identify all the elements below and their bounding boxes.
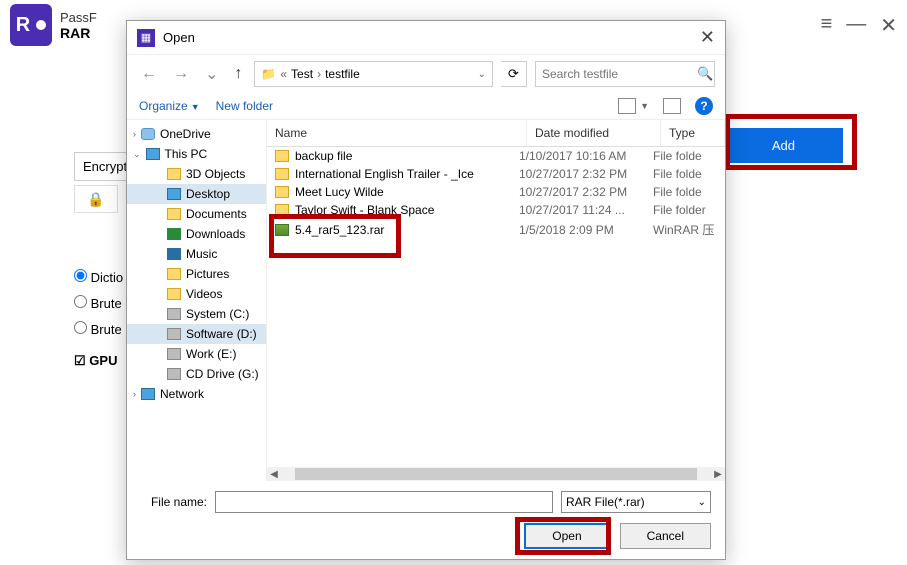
nav-up-button[interactable]: ↑: [230, 65, 246, 83]
folder-icon: [275, 150, 289, 162]
filename-label: File name:: [141, 495, 207, 509]
close-button[interactable]: ✕: [880, 13, 897, 38]
help-button[interactable]: ?: [695, 97, 713, 115]
tree-item-this-pc[interactable]: ⌄This PC: [127, 144, 266, 164]
file-row[interactable]: Taylor Swift - Blank Space10/27/2017 11:…: [267, 201, 725, 219]
drive-icon: [167, 308, 181, 320]
drive-icon: [167, 368, 181, 380]
hamburger-icon[interactable]: ≡: [821, 13, 833, 38]
dialog-close-button[interactable]: ✕: [700, 27, 715, 48]
tree-item-cd-drive-g-[interactable]: CD Drive (G:): [127, 364, 266, 384]
app-logo: R: [10, 4, 52, 46]
music-icon: [167, 248, 181, 260]
column-name[interactable]: Name: [267, 120, 527, 146]
organize-menu[interactable]: Organize▼: [139, 99, 200, 113]
drive-icon: [167, 328, 181, 340]
encrypted-label: Encrypt: [74, 152, 134, 181]
new-folder-button[interactable]: New folder: [216, 99, 273, 113]
lock-icon: 🔒: [74, 185, 118, 213]
folder-icon: [275, 186, 289, 198]
folder-icon: [275, 204, 289, 216]
cancel-button[interactable]: Cancel: [620, 523, 711, 549]
open-dialog: ▦ Open ✕ ← → ⌄ ↑ 📁 « Test › testfile ⌄ ⟳…: [126, 20, 726, 560]
minimize-button[interactable]: —: [846, 13, 866, 38]
folder-icon: [167, 208, 181, 220]
folder-tree[interactable]: ›OneDrive⌄This PC3D ObjectsDesktopDocume…: [127, 120, 267, 481]
tree-item-pictures[interactable]: Pictures: [127, 264, 266, 284]
app-name: PassF: [60, 10, 97, 25]
tree-item-downloads[interactable]: Downloads: [127, 224, 266, 244]
app-subtitle: RAR: [60, 25, 97, 41]
tree-item-work-e-[interactable]: Work (E:): [127, 344, 266, 364]
tree-item-onedrive[interactable]: ›OneDrive: [127, 124, 266, 144]
tree-item-music[interactable]: Music: [127, 244, 266, 264]
search-input[interactable]: 🔍: [535, 61, 715, 87]
monitor-icon: [146, 148, 160, 160]
tree-item-software-d-[interactable]: Software (D:): [127, 324, 266, 344]
folder-icon: [275, 168, 289, 180]
file-row[interactable]: 5.4_rar5_123.rar1/5/2018 2:09 PMWinRAR 压: [267, 219, 725, 240]
tree-item-system-c-[interactable]: System (C:): [127, 304, 266, 324]
file-row[interactable]: International English Trailer - _Ice10/2…: [267, 165, 725, 183]
folder-icon: [167, 168, 181, 180]
refresh-button[interactable]: ⟳: [501, 61, 527, 87]
down-icon: [167, 228, 181, 240]
folder-icon: [167, 268, 181, 280]
tree-item-network[interactable]: ›Network: [127, 384, 266, 404]
dialog-title: Open: [163, 30, 195, 45]
column-date[interactable]: Date modified: [527, 120, 661, 146]
tree-item-videos[interactable]: Videos: [127, 284, 266, 304]
drive-icon: [167, 348, 181, 360]
file-row[interactable]: Meet Lucy Wilde10/27/2017 2:32 PMFile fo…: [267, 183, 725, 201]
open-button[interactable]: Open: [524, 523, 609, 549]
tree-item-documents[interactable]: Documents: [127, 204, 266, 224]
cloud-icon: [141, 128, 155, 140]
filename-input[interactable]: [215, 491, 553, 513]
preview-pane-button[interactable]: [663, 98, 681, 114]
breadcrumb-seg-test[interactable]: Test: [291, 67, 313, 81]
chevron-down-icon[interactable]: ⌄: [201, 64, 222, 84]
archive-icon: [275, 224, 289, 236]
nav-back-button[interactable]: ←: [137, 65, 161, 83]
dialog-icon: ▦: [137, 29, 155, 47]
tree-item-3d-objects[interactable]: 3D Objects: [127, 164, 266, 184]
folder-icon: [167, 288, 181, 300]
horizontal-scrollbar[interactable]: ◀▶: [267, 467, 725, 481]
monitor-icon: [141, 388, 155, 400]
file-row[interactable]: backup file1/10/2017 10:16 AMFile folde: [267, 147, 725, 165]
breadcrumb-seg-testfile[interactable]: testfile: [325, 67, 360, 81]
tree-item-desktop[interactable]: Desktop: [127, 184, 266, 204]
column-type[interactable]: Type: [661, 120, 725, 146]
filetype-filter[interactable]: RAR File(*.rar)⌄: [561, 491, 711, 513]
search-icon[interactable]: 🔍: [697, 66, 713, 82]
monitor-icon: [167, 188, 181, 200]
nav-forward-button: →: [169, 65, 193, 83]
view-options-button[interactable]: [618, 98, 636, 114]
add-highlight: [725, 114, 857, 170]
breadcrumb[interactable]: 📁 « Test › testfile ⌄: [254, 61, 493, 87]
